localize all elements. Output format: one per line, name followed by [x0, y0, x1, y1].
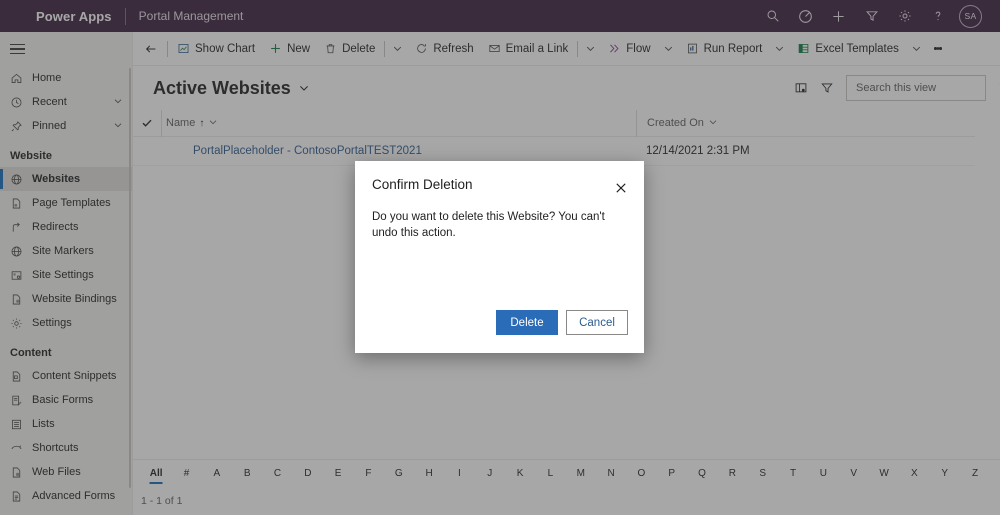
app-root: Power Apps Portal Management SA Home Rec… — [0, 0, 1000, 515]
dialog-message: Do you want to delete this Website? You … — [372, 211, 605, 240]
cancel-button[interactable]: Cancel — [566, 310, 628, 335]
dialog-header: Confirm Deletion — [355, 161, 644, 199]
delete-button[interactable]: Delete — [496, 310, 558, 335]
close-icon[interactable] — [610, 177, 632, 199]
confirm-deletion-dialog: Confirm Deletion Do you want to delete t… — [355, 161, 644, 353]
dialog-actions: Delete Cancel — [355, 310, 644, 353]
dialog-title: Confirm Deletion — [372, 177, 473, 192]
